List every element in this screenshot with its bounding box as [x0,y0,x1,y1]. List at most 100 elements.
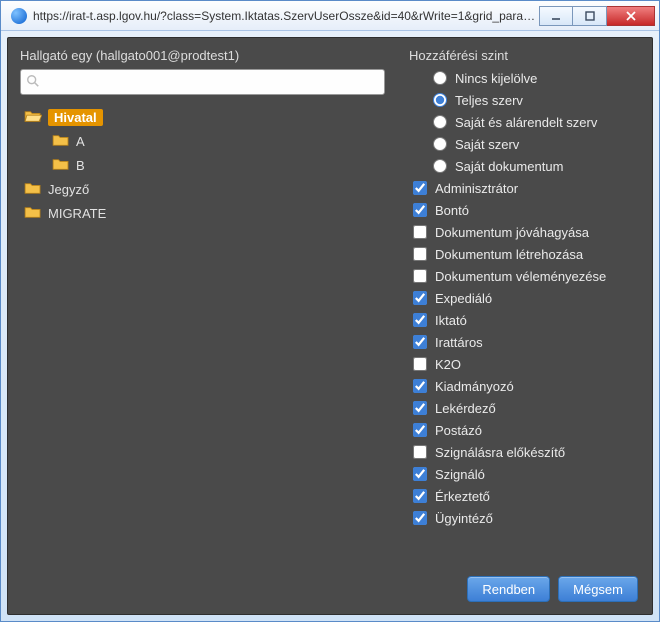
role-option-label: Irattáros [435,335,483,350]
right-column: Hozzáférési szint Nincs kijelölve Teljes … [409,48,640,570]
left-column: Hallgató egy (hallgato001@prodtest1) Hiv… [20,48,385,570]
role-option[interactable]: Bontó [409,199,640,221]
role-checkbox[interactable] [413,489,427,503]
access-option-label: Saját szerv [455,137,519,152]
ie-icon [11,8,27,24]
tree-item-label: MIGRATE [48,206,106,221]
user-label: Hallgató egy (hallgato001@prodtest1) [20,48,385,63]
role-checkbox[interactable] [413,269,427,283]
access-radio[interactable] [433,93,447,107]
folder-icon [24,205,42,222]
role-option-label: Ügyintéző [435,511,493,526]
role-checkbox[interactable] [413,511,427,525]
role-checkbox[interactable] [413,357,427,371]
role-option-label: Dokumentum véleményezése [435,269,606,284]
access-option[interactable]: Saját dokumentum [409,155,640,177]
access-radio[interactable] [433,71,447,85]
role-option[interactable]: Dokumentum véleményezése [409,265,640,287]
role-option[interactable]: Postázó [409,419,640,441]
maximize-button[interactable] [573,6,607,26]
role-option-label: Szignáló [435,467,485,482]
role-checkbox[interactable] [413,181,427,195]
role-option[interactable]: Kiadmányozó [409,375,640,397]
role-option[interactable]: Ügyintéző [409,507,640,529]
minimize-button[interactable] [539,6,573,26]
role-checkbox[interactable] [413,225,427,239]
cancel-button[interactable]: Mégsem [558,576,638,602]
close-button[interactable] [607,6,655,26]
folder-icon [52,157,70,174]
search-icon [26,74,40,88]
role-checkbox[interactable] [413,445,427,459]
role-checkbox[interactable] [413,335,427,349]
org-tree: Hivatal AB Jegyző MIGRATE [20,105,385,225]
access-option-label: Nincs kijelölve [455,71,537,86]
role-checkbox[interactable] [413,203,427,217]
folder-icon [24,181,42,198]
access-level-title: Hozzáférési szint [409,48,640,63]
tree-item-label: B [76,158,85,173]
dialog-footer: Rendben Mégsem [20,570,640,604]
role-option-label: Szignálásra előkészítő [435,445,565,460]
role-option[interactable]: Iktató [409,309,640,331]
role-checkbox[interactable] [413,467,427,481]
role-option[interactable]: Dokumentum jóváhagyása [409,221,640,243]
access-option-label: Saját és alárendelt szerv [455,115,597,130]
tree-item[interactable]: Hivatal [20,105,385,129]
search-box [20,69,385,95]
tree-item-label: A [76,134,85,149]
role-checkbox[interactable] [413,401,427,415]
role-option-label: Dokumentum létrehozása [435,247,583,262]
role-option-label: Iktató [435,313,467,328]
role-checkbox[interactable] [413,247,427,261]
access-option[interactable]: Saját szerv [409,133,640,155]
titlebar: https://irat-t.asp.lgov.hu/?class=System… [1,1,659,31]
folder-icon [52,133,70,150]
folder-open-icon [24,109,42,126]
access-option[interactable]: Teljes szerv [409,89,640,111]
role-checkbox[interactable] [413,291,427,305]
role-checkbox[interactable] [413,423,427,437]
access-radio[interactable] [433,159,447,173]
tree-item[interactable]: A [20,129,385,153]
role-checkbox[interactable] [413,313,427,327]
role-option-label: Kiadmányozó [435,379,514,394]
access-option[interactable]: Nincs kijelölve [409,67,640,89]
role-option-label: Postázó [435,423,482,438]
search-input[interactable] [20,69,385,95]
access-radio[interactable] [433,137,447,151]
tree-item[interactable]: MIGRATE [20,201,385,225]
access-level-radios: Nincs kijelölve Teljes szerv Saját és alár… [409,67,640,177]
role-option[interactable]: Irattáros [409,331,640,353]
access-option[interactable]: Saját és alárendelt szerv [409,111,640,133]
ok-button[interactable]: Rendben [467,576,550,602]
tree-item-label: Hivatal [48,109,103,126]
access-option-label: Saját dokumentum [455,159,563,174]
role-option-label: K2O [435,357,461,372]
dialog-panel: Hallgató egy (hallgato001@prodtest1) Hiv… [7,37,653,615]
access-option-label: Teljes szerv [455,93,523,108]
content-frame: Hallgató egy (hallgato001@prodtest1) Hiv… [1,31,659,621]
role-option-label: Dokumentum jóváhagyása [435,225,589,240]
role-checkbox[interactable] [413,379,427,393]
browser-window: https://irat-t.asp.lgov.hu/?class=System… [0,0,660,622]
tree-item-label: Jegyző [48,182,89,197]
role-option-label: Lekérdező [435,401,496,416]
role-option-label: Expediáló [435,291,492,306]
role-option[interactable]: Expediáló [409,287,640,309]
role-option[interactable]: Szignálásra előkészítő [409,441,640,463]
role-option-label: Bontó [435,203,469,218]
tree-item[interactable]: B [20,153,385,177]
window-buttons [539,6,655,26]
access-radio[interactable] [433,115,447,129]
role-option[interactable]: Adminisztrátor [409,177,640,199]
role-option[interactable]: K2O [409,353,640,375]
role-option[interactable]: Dokumentum létrehozása [409,243,640,265]
role-checkboxes: Adminisztrátor Bontó Dokumentum jóváhagyás… [409,177,640,529]
role-option[interactable]: Érkeztető [409,485,640,507]
window-title: https://irat-t.asp.lgov.hu/?class=System… [33,9,539,23]
role-option-label: Érkeztető [435,489,490,504]
role-option[interactable]: Lekérdező [409,397,640,419]
tree-item[interactable]: Jegyző [20,177,385,201]
role-option[interactable]: Szignáló [409,463,640,485]
